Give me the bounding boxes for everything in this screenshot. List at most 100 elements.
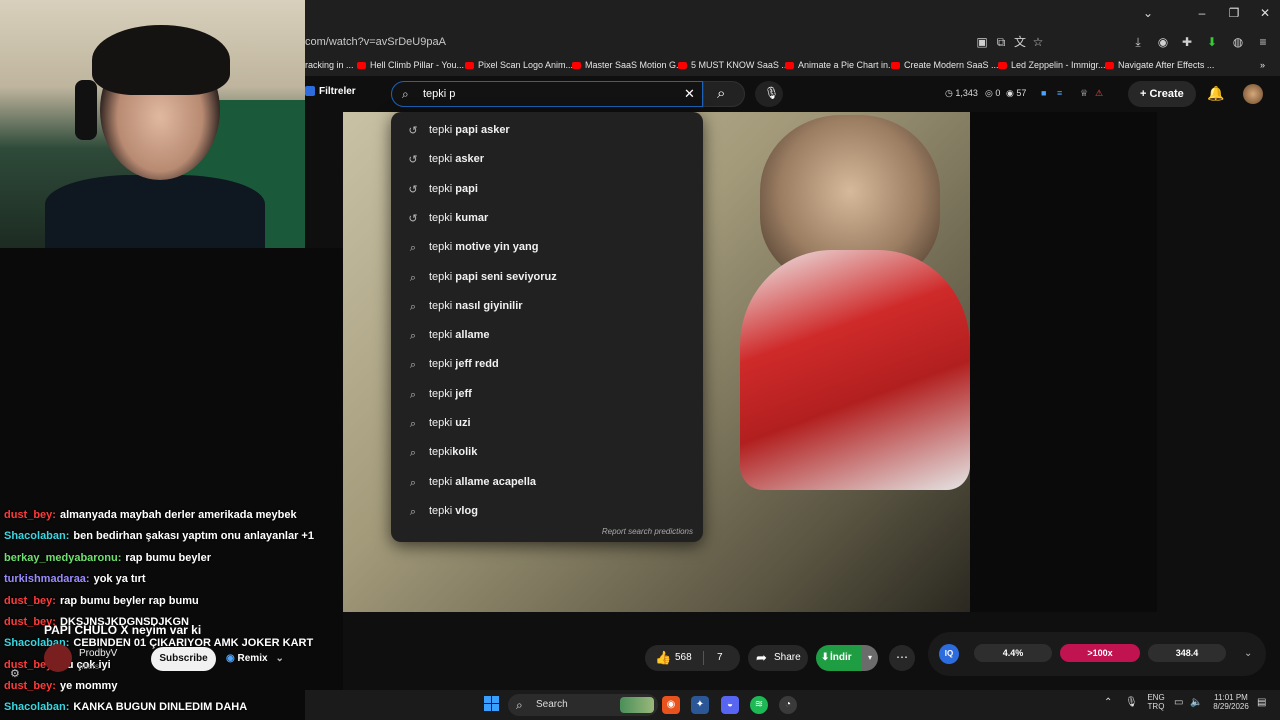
suggestion-item[interactable]: ⌕ tepki jeff redd (391, 350, 703, 379)
list-icon[interactable]: ≡ (1057, 88, 1062, 98)
iq-value[interactable]: 348.4 (1148, 644, 1226, 662)
alert-icon[interactable]: ⚠ (1095, 88, 1103, 99)
iq-multiplier[interactable]: >100x (1060, 644, 1140, 662)
suggestion-item[interactable]: ⌕ tepki uzi (391, 409, 703, 438)
suggestion-item[interactable]: ⌕ tepki allame acapella (391, 468, 703, 497)
bookmark-item[interactable]: Master SaaS Motion G... (572, 60, 684, 70)
clear-search-icon[interactable]: ✕ (684, 86, 695, 102)
bookmark-item[interactable]: Pixel Scan Logo Anim... (465, 60, 573, 70)
suggestion-item[interactable]: ↺ tepki kumar (391, 204, 703, 233)
language-indicator[interactable]: ENG TRQ (1143, 693, 1169, 711)
history-icon: ↺ (408, 212, 418, 225)
voice-search-button[interactable]: 🎙 (755, 81, 783, 107)
suggestion-item[interactable]: ⌕ tepki papi seni seviyoruz (391, 263, 703, 292)
firefox-icon[interactable]: ◉ (662, 696, 680, 714)
menu-icon[interactable]: ≡ (1256, 35, 1270, 49)
taskbar-clock[interactable]: 11:01 PM 8/29/2026 (1206, 693, 1256, 711)
volume-icon[interactable]: 🔈 (1190, 697, 1202, 708)
taskbar-search[interactable]: ⌕ Search (508, 694, 658, 716)
avatar[interactable] (1243, 84, 1263, 104)
comment-count[interactable]: 7 (717, 645, 723, 671)
youtube-icon (465, 62, 474, 70)
close-window-icon[interactable]: ✕ (1255, 6, 1275, 20)
download-dropdown-icon[interactable]: ▾ (862, 645, 878, 671)
microphone-tray-icon[interactable]: 🎙 (1125, 697, 1138, 708)
app-icon[interactable]: ✦ (691, 696, 709, 714)
chat-message: dust_bey: ye mommy (4, 680, 117, 692)
discord-icon[interactable]: ◒ (721, 696, 739, 714)
notification-center-icon[interactable]: ▤ (1257, 697, 1266, 708)
iq-percent[interactable]: 4.4% (974, 644, 1052, 662)
obs-icon[interactable]: ◔ (779, 696, 797, 714)
suggestion-item[interactable]: ⌕ tepki motive yin yang (391, 233, 703, 262)
suggestion-text: tepki uzi (429, 417, 471, 429)
download-button[interactable]: ⬇ İndir (816, 645, 862, 671)
windows-start-icon[interactable] (484, 696, 500, 712)
chat-username[interactable]: berkay_medyabaronu: (4, 552, 121, 564)
screenshot-icon[interactable]: ▣ (975, 35, 989, 49)
remix-button[interactable]: ◉ Remix ⌄ (226, 647, 294, 671)
suggestion-item[interactable]: ↺ tepki papi (391, 175, 703, 204)
chat-text: rap bumu beyler (125, 552, 211, 564)
notifications-bell-icon[interactable]: 🔔 (1207, 85, 1224, 102)
chat-username[interactable]: dust_bey: (4, 595, 56, 607)
bookmark-item[interactable]: Create Modern SaaS ... (891, 60, 999, 70)
download-icon[interactable]: ⤓ (1131, 35, 1145, 49)
chevron-down-icon[interactable]: ⌄ (1244, 648, 1252, 659)
channel-avatar[interactable] (44, 644, 72, 672)
profile-icon[interactable]: ◉ (1156, 35, 1170, 49)
bookmark-item[interactable]: Led Zeppelin - Immigr... (998, 60, 1106, 70)
chat-message: turkishmadaraa: yok ya tırt (4, 573, 146, 585)
more-actions-icon[interactable]: ⋯ (889, 645, 915, 671)
network-icon[interactable]: ▭ (1174, 697, 1183, 708)
globe-icon[interactable]: ◍ (1231, 35, 1245, 49)
chat-message: Shacolaban: ben bedirhan şakası yaptım on… (4, 530, 314, 542)
search-input[interactable]: ⌕ tepki p ✕ (391, 81, 703, 107)
chat-username[interactable]: turkishmadaraa: (4, 573, 90, 585)
suggestion-item[interactable]: ⌕ tepki allame (391, 321, 703, 350)
bookmark-item[interactable]: racking in ... (305, 60, 354, 70)
iq-logo-icon[interactable]: IQ (939, 644, 959, 664)
minimize-icon[interactable]: – (1192, 6, 1212, 20)
chat-username[interactable]: Shacolaban: (4, 530, 69, 542)
translate-icon[interactable]: 文 (1013, 35, 1027, 49)
url-text[interactable]: com/watch?v=avSrDeU9paA (305, 36, 446, 48)
report-search-predictions-link[interactable]: Report search predictions (602, 527, 693, 536)
like-icon[interactable]: 👍 (655, 645, 671, 671)
suggestion-item[interactable]: ↺ tepki asker (391, 145, 703, 174)
install-icon[interactable]: ⧉ (994, 35, 1008, 49)
bookmark-item[interactable]: Navigate After Effects ... (1105, 60, 1214, 70)
restore-icon[interactable]: ❐ (1224, 6, 1244, 20)
bookmark-star-icon[interactable]: ☆ (1031, 35, 1045, 49)
suggestion-item[interactable]: ⌕ tepkikolik (391, 438, 703, 467)
create-button[interactable]: + Create (1128, 81, 1196, 107)
search-button[interactable]: ⌕ (703, 81, 745, 107)
trophy-icon[interactable]: ♕ (1080, 88, 1088, 99)
extensions-icon[interactable]: ✚ (1180, 35, 1194, 49)
search-value[interactable]: tepki p (423, 88, 455, 100)
zero-stat: ◎ 0 (985, 88, 1001, 98)
bookmark-item[interactable]: Animate a Pie Chart in... (785, 60, 896, 70)
chat-username[interactable]: Shacolaban: (4, 701, 69, 713)
like-count[interactable]: 568 (675, 645, 692, 671)
bookmark-item[interactable]: 5 MUST KNOW SaaS ... (678, 60, 789, 70)
iq-small-icon[interactable]: ■ (1041, 88, 1046, 98)
like-dislike-group: 👍 568 7 (645, 645, 740, 671)
settings-gear-icon[interactable]: ⚙ (10, 667, 20, 680)
suggestion-item[interactable]: ⌕ tepki jeff (391, 380, 703, 409)
bookmark-item[interactable]: Hell Climb Pillar - You... (357, 60, 464, 70)
chevron-down-icon[interactable]: ⌄ (1138, 6, 1158, 20)
subscribe-button[interactable]: Subscribe (151, 647, 216, 671)
suggestion-item[interactable]: ↺ tepki papi asker (391, 116, 703, 145)
suggestion-text: tepki allame acapella (429, 475, 537, 488)
more-bookmarks-icon[interactable]: » (1260, 60, 1265, 70)
spotify-icon[interactable]: ≋ (750, 696, 768, 714)
tray-chevron-icon[interactable]: ⌃ (1104, 697, 1112, 708)
filters-button[interactable]: Filtreler (305, 86, 356, 97)
chat-username[interactable]: dust_bey: (4, 680, 56, 692)
channel-name[interactable]: ProdbyV (79, 648, 117, 659)
suggestion-item[interactable]: ⌕ tepki nasıl giyinilir (391, 292, 703, 321)
share-button[interactable]: ➦ Share (748, 645, 808, 671)
chat-username[interactable]: dust_bey: (4, 509, 56, 521)
green-extension-icon[interactable]: ⬇ (1205, 35, 1219, 49)
